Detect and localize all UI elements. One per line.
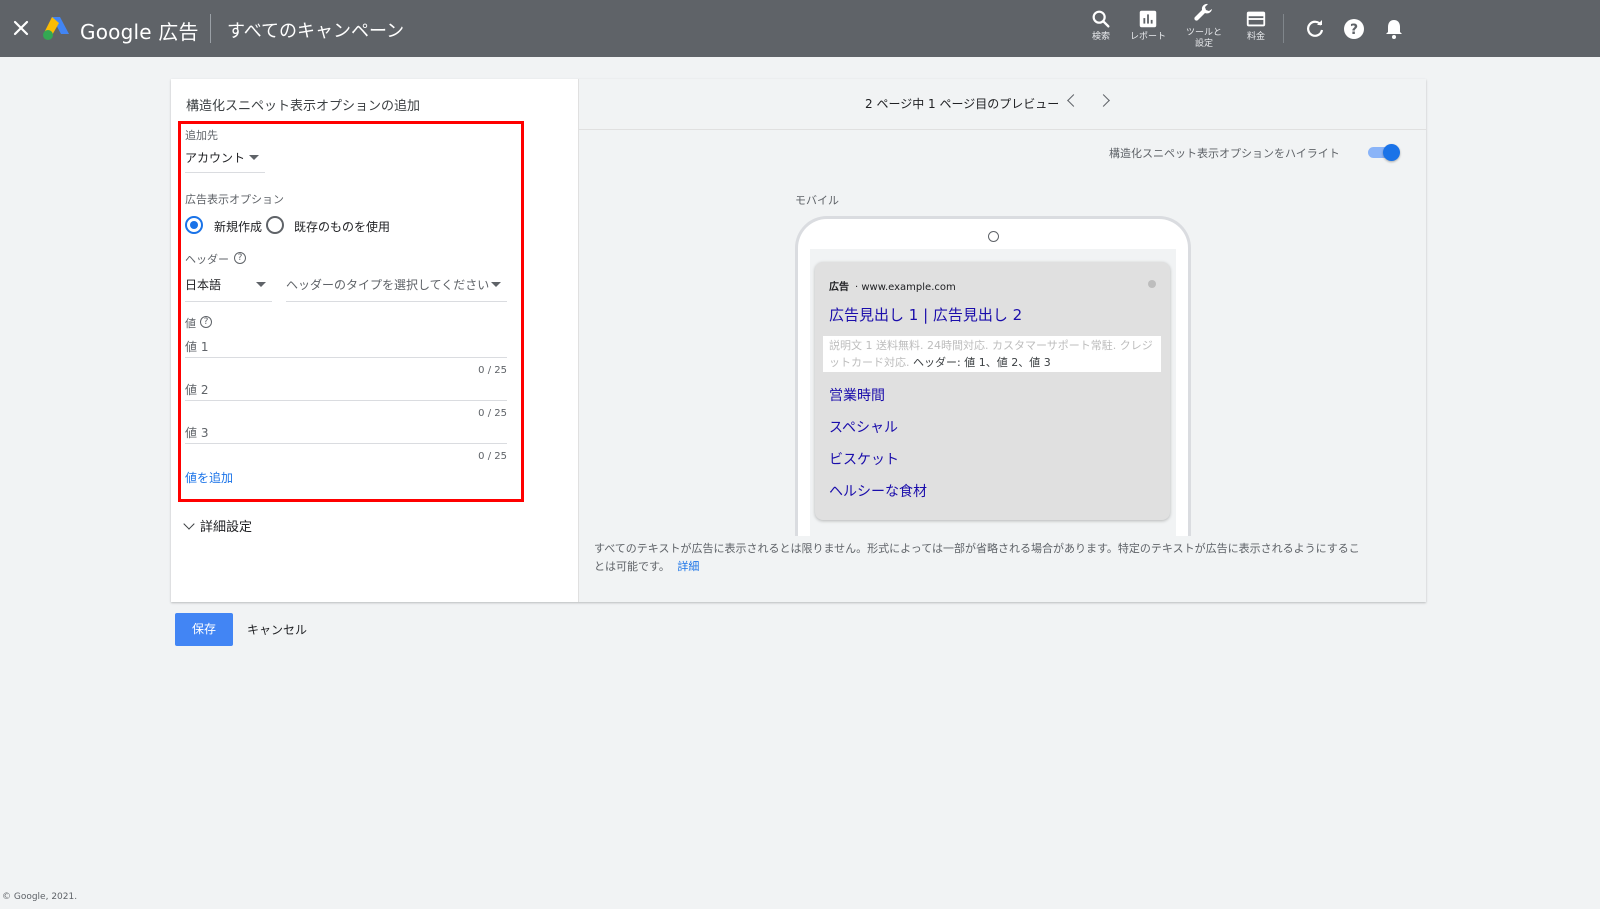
device-label: モバイル xyxy=(795,194,839,207)
ad-structured-snippet: ヘッダー: 値 1、値 2、値 3 xyxy=(913,356,1051,369)
advanced-settings-toggle[interactable]: 詳細設定 xyxy=(183,516,252,535)
preview-panel: 2 ページ中 1 ページ目のプレビュー 構造化スニペット表示オプションをハイライ… xyxy=(579,79,1426,602)
radio-use-existing-label: 既存のものを使用 xyxy=(294,220,391,234)
chevron-left-icon[interactable] xyxy=(1067,94,1080,107)
chevron-right-icon[interactable] xyxy=(1097,94,1110,107)
sitelink[interactable]: 営業時間 xyxy=(829,385,885,405)
highlight-toggle[interactable] xyxy=(1366,144,1400,161)
sitelink[interactable]: ビスケット xyxy=(829,449,899,469)
svg-text:?: ? xyxy=(1350,22,1358,38)
add-to-value: アカウント xyxy=(185,151,246,165)
value-3-placeholder: 値 3 xyxy=(185,426,209,440)
mobile-phone-frame: 広告 · www.example.com 広告見出し 1 | 広告見出し 2 説明… xyxy=(795,216,1191,536)
search-button[interactable]: 検索 xyxy=(1090,8,1112,43)
billing-icon xyxy=(1246,11,1266,27)
chevron-down-icon xyxy=(183,518,195,530)
help-circle-icon[interactable]: ? xyxy=(234,252,246,264)
form-panel: 構造化スニペット表示オプションの追加 追加先 アカウント 広告表示オプション 新… xyxy=(171,79,579,602)
search-icon xyxy=(1092,10,1110,28)
save-button[interactable]: 保存 xyxy=(175,613,233,646)
disclaimer-line-2: とは可能です。 詳細 xyxy=(594,558,1409,576)
divider xyxy=(1283,14,1284,43)
billing-label: 料金 xyxy=(1246,32,1265,42)
radio-create-new[interactable] xyxy=(185,216,203,234)
cancel-button[interactable]: キャンセル xyxy=(247,621,307,638)
radio-create-new-label: 新規作成 xyxy=(214,220,263,234)
tools-label-line2: 設定 xyxy=(1195,39,1214,49)
disclaimer-line-1: すべてのテキストが広告に表示されるとは限りません。形式によっては一部が省略される… xyxy=(594,542,1360,555)
dropdown-arrow-icon xyxy=(491,282,501,287)
ad-headline[interactable]: 広告見出し 1 | 広告見出し 2 xyxy=(829,304,1022,325)
value-1-placeholder: 値 1 xyxy=(185,340,209,354)
search-label: 検索 xyxy=(1091,32,1110,42)
phone-camera-icon xyxy=(988,231,999,242)
dropdown-arrow-icon xyxy=(256,282,266,287)
header-type-dropdown[interactable]: ヘッダーのタイプを選択してください xyxy=(286,276,507,302)
radio-use-existing[interactable] xyxy=(266,216,284,234)
help-icon[interactable]: ? xyxy=(1342,17,1366,41)
ad-badge: 広告 xyxy=(829,282,849,293)
tools-settings-button[interactable]: ツールと 設定 xyxy=(1186,2,1222,50)
value-2-input[interactable]: 値 2 xyxy=(185,381,507,401)
advanced-settings-label: 詳細設定 xyxy=(200,520,253,535)
help-circle-icon[interactable]: ? xyxy=(200,316,212,328)
reports-button[interactable]: レポート xyxy=(1130,8,1166,43)
highlight-box xyxy=(178,121,524,502)
preview-header: 2 ページ中 1 ページ目のプレビュー xyxy=(579,79,1426,130)
snippet-editor-card: 構造化スニペット表示オプションの追加 追加先 アカウント 広告表示オプション 新… xyxy=(171,79,1426,602)
header-language-dropdown[interactable]: 日本語 xyxy=(185,276,272,302)
page-title: すべてのキャンペーン xyxy=(227,21,405,42)
notifications-bell-icon[interactable] xyxy=(1382,17,1406,41)
highlight-toggle-label: 構造化スニペット表示オプションをハイライト xyxy=(1109,147,1340,160)
refresh-icon[interactable] xyxy=(1303,17,1327,41)
value-1-counter: 0 / 25 xyxy=(478,365,507,376)
ad-extension-label: 広告表示オプション xyxy=(185,193,284,206)
close-icon[interactable] xyxy=(9,16,33,40)
value-2-counter: 0 / 25 xyxy=(478,408,507,419)
tools-label-line1: ツールと xyxy=(1186,28,1223,38)
ad-header: 広告 · www.example.com xyxy=(829,278,956,293)
google-ads-logo-icon xyxy=(43,17,69,40)
toggle-knob xyxy=(1383,144,1400,161)
preview-disclaimer: すべてのテキストが広告に表示されるとは限りません。形式によっては一部が省略される… xyxy=(594,540,1409,576)
header-type-placeholder: ヘッダーのタイプを選択してください xyxy=(286,278,490,292)
details-link[interactable]: 詳細 xyxy=(677,560,699,573)
value-3-input[interactable]: 値 3 xyxy=(185,424,507,444)
reports-icon xyxy=(1139,10,1157,28)
info-dot-icon xyxy=(1148,280,1156,288)
header-label: ヘッダー xyxy=(185,253,229,266)
copyright: © Google, 2021. xyxy=(2,892,78,902)
brand-name: Google 広告 xyxy=(80,20,199,44)
disclaimer-text: とは可能です。 xyxy=(594,560,670,573)
add-to-dropdown[interactable]: アカウント xyxy=(185,149,265,173)
top-app-bar: Google 広告 すべてのキャンペーン 検索 レポート ツールと 設定 料金 xyxy=(0,0,1600,57)
value-3-counter: 0 / 25 xyxy=(478,451,507,462)
reports-label: レポート xyxy=(1130,32,1167,42)
value-2-placeholder: 値 2 xyxy=(185,383,209,397)
dropdown-arrow-icon xyxy=(249,155,259,160)
add-value-link[interactable]: 値を追加 xyxy=(185,469,233,486)
divider xyxy=(210,14,211,43)
add-to-label: 追加先 xyxy=(185,129,218,142)
wrench-icon xyxy=(1194,3,1212,21)
header-language-value: 日本語 xyxy=(185,278,222,292)
preview-page-indicator: 2 ページ中 1 ページ目のプレビュー xyxy=(865,97,1060,111)
billing-button[interactable]: 料金 xyxy=(1245,8,1267,43)
sitelink[interactable]: ヘルシーな食材 xyxy=(829,481,927,501)
ad-description-box: 説明文 1 送料無料. 24時間対応. カスタマーサポート常駐. クレジットカー… xyxy=(823,336,1161,372)
form-title: 構造化スニペット表示オプションの追加 xyxy=(186,99,421,114)
sitelink[interactable]: スペシャル xyxy=(829,417,898,437)
value-1-input[interactable]: 値 1 xyxy=(185,338,507,358)
ad-preview-card: 広告 · www.example.com 広告見出し 1 | 広告見出し 2 説明… xyxy=(815,262,1170,520)
ad-display-url: · www.example.com xyxy=(855,282,956,293)
values-label: 値 xyxy=(185,317,196,330)
